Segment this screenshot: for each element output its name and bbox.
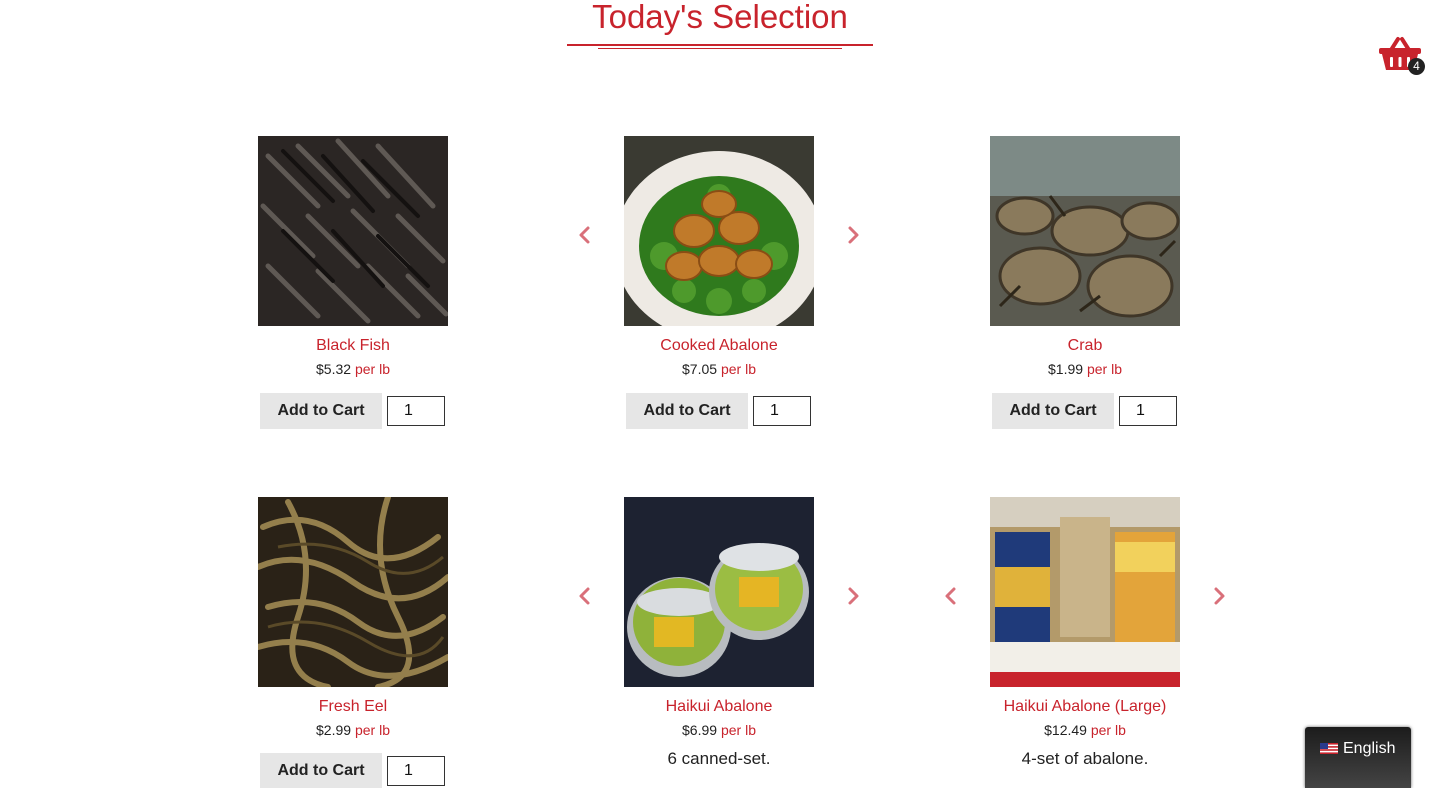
product-name[interactable]: Haikui Abalone (Large) [970, 697, 1200, 717]
product-price-line: $7.05 per lb [604, 360, 834, 378]
chevron-left-icon[interactable] [575, 584, 595, 608]
add-to-cart-button[interactable]: Add to Cart [260, 753, 382, 788]
language-label: English [1343, 740, 1396, 757]
add-to-cart-button[interactable]: Add to Cart [260, 393, 382, 429]
product-price-line: $6.99 per lb [604, 721, 834, 739]
chevron-right-icon[interactable] [1209, 584, 1229, 608]
product-unit: per lb [720, 722, 756, 738]
product-price: $6.99 [682, 722, 718, 738]
product-card: Haikui Abalone (Large) $12.49 per lb 4-s… [970, 497, 1200, 788]
quantity-input[interactable] [1119, 396, 1177, 426]
product-name[interactable]: Crab [970, 336, 1200, 356]
product-unit: per lb [1086, 361, 1122, 377]
title-underline-secondary [598, 48, 842, 49]
cart-count-badge: 4 [1408, 58, 1425, 75]
product-image-haikui-abalone-large[interactable] [990, 497, 1180, 687]
product-name[interactable]: Haikui Abalone [604, 697, 834, 717]
us-flag-icon [1320, 743, 1338, 754]
product-price: $12.49 [1044, 722, 1087, 738]
product-price: $7.05 [682, 361, 718, 377]
product-description: 6 canned-set. [667, 749, 771, 768]
chevron-left-icon[interactable] [575, 223, 595, 247]
chevron-right-icon[interactable] [843, 584, 863, 608]
product-price: $2.99 [316, 722, 352, 738]
product-card: Fresh Eel $2.99 per lb Add to Cart [238, 497, 468, 788]
product-unit: per lb [354, 722, 390, 738]
product-unit: per lb [1090, 722, 1126, 738]
quantity-input[interactable] [387, 396, 445, 426]
chevron-right-icon[interactable] [843, 223, 863, 247]
product-image-haikui-abalone[interactable] [624, 497, 814, 687]
page-header: Today's Selection [567, 0, 873, 49]
chevron-left-icon[interactable] [941, 584, 961, 608]
product-unit: per lb [354, 361, 390, 377]
product-name[interactable]: Cooked Abalone [604, 336, 834, 356]
quantity-input[interactable] [753, 396, 811, 426]
product-unit: per lb [720, 361, 756, 377]
product-description: 4-set of abalone. [1021, 749, 1149, 768]
product-price: $1.99 [1048, 361, 1084, 377]
product-price: $5.32 [316, 361, 352, 377]
product-price-line: $12.49 per lb [970, 721, 1200, 739]
add-to-cart-button[interactable]: Add to Cart [992, 393, 1114, 429]
title-underline [567, 44, 873, 46]
add-to-cart-button[interactable]: Add to Cart [626, 393, 748, 429]
product-image-fresh-eel[interactable] [258, 497, 448, 687]
product-image-black-fish[interactable] [258, 136, 448, 326]
product-name[interactable]: Fresh Eel [238, 697, 468, 717]
product-name[interactable]: Black Fish [238, 336, 468, 356]
product-image-cooked-abalone[interactable] [624, 136, 814, 326]
page-title: Today's Selection [592, 0, 848, 35]
product-card: Haikui Abalone $6.99 per lb 6 canned-set… [604, 497, 834, 788]
product-card: Crab $1.99 per lb Add to Cart [970, 136, 1200, 436]
quantity-input[interactable] [387, 756, 445, 786]
product-price-line: $5.32 per lb [238, 360, 468, 378]
cart-button[interactable]: 4 [1378, 36, 1426, 76]
product-price-line: $2.99 per lb [238, 721, 468, 739]
language-switcher[interactable]: English [1305, 727, 1411, 788]
product-price-line: $1.99 per lb [970, 360, 1200, 378]
product-image-crab[interactable] [990, 136, 1180, 326]
product-card: Black Fish $5.32 per lb Add to Cart [238, 136, 468, 436]
product-card: Cooked Abalone $7.05 per lb Add to Cart [604, 136, 834, 436]
